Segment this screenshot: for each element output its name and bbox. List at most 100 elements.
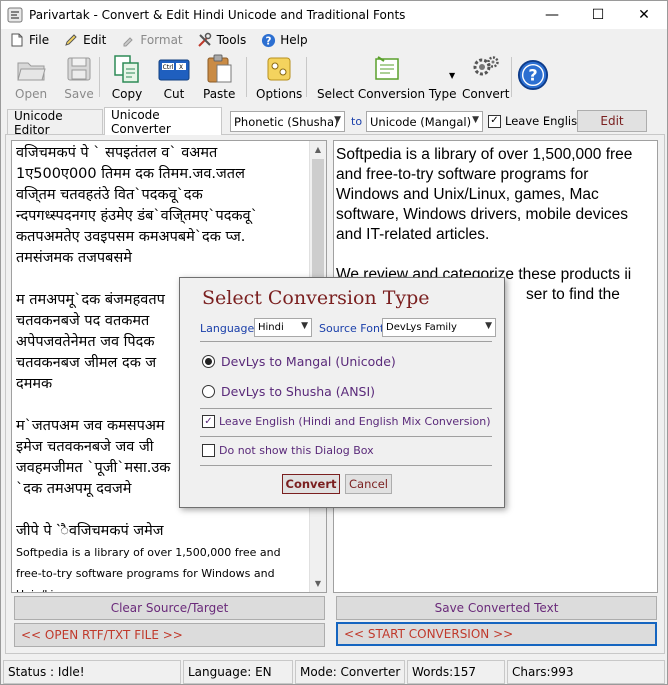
paste-button[interactable]: Paste	[203, 53, 235, 101]
source-line: वजि्तम चतवहतंउे वित`पदकवू`दक	[16, 187, 203, 203]
source-line: दममक	[16, 376, 53, 392]
checkbox-empty-icon	[202, 444, 215, 457]
menu-tools[interactable]: Tools	[197, 32, 247, 48]
save-label: Save	[64, 87, 94, 101]
source-line: वजिचमकपं पे ` सपइतंतल व` वअमत	[16, 145, 218, 161]
status-text: Status : Idle!	[3, 660, 181, 684]
dropdown-arrow-icon[interactable]: ▼	[449, 71, 455, 80]
radio-unselected-icon	[202, 385, 215, 398]
dialog-cancel-button[interactable]: Cancel	[345, 474, 392, 494]
select-conversion-type-label: Select Conversion Type	[317, 87, 457, 101]
open-rtf-txt-file-button[interactable]: << OPEN RTF/TXT FILE >>	[14, 623, 325, 647]
chevron-down-icon: ▼	[301, 321, 308, 331]
copy-button[interactable]: Copy	[111, 53, 143, 101]
chevron-down-icon: ▼	[472, 115, 479, 125]
copy-label: Copy	[111, 87, 143, 101]
menu-edit[interactable]: Edit	[63, 32, 106, 48]
source-line: 1ए500ए000 तिमम दक तिमम.जव.जतल	[16, 166, 245, 182]
dialog-separator	[200, 408, 492, 409]
source-line: जीपे पे `ैवजिचमकपं जमेज	[16, 523, 164, 539]
svg-text:?: ?	[528, 66, 537, 85]
dialog-leave-english-label: Leave English (Hindi and English Mix Con…	[219, 415, 491, 428]
file-icon	[9, 32, 25, 48]
edit-button[interactable]: Edit	[577, 110, 647, 132]
cut-label: Cut	[163, 87, 185, 101]
menu-edit-label: Edit	[83, 33, 107, 47]
options-label: Options	[256, 87, 303, 101]
menu-help-label: Help	[280, 33, 308, 47]
help-icon: ?	[260, 32, 276, 48]
menu-format-label: Format	[140, 33, 183, 47]
source-line: अपेपजवतेनेमत जव पिदक	[16, 334, 155, 350]
save-converted-text-button[interactable]: Save Converted Text	[336, 596, 657, 620]
minimize-button[interactable]: —	[529, 1, 575, 29]
menu-format[interactable]: Format	[120, 32, 183, 48]
source-font-select[interactable]: Phonetic (Shusha) ▼	[230, 111, 345, 132]
dialog-separator	[200, 436, 492, 437]
save-disk-icon	[63, 53, 95, 85]
clear-source-target-button[interactable]: Clear Source/Target	[14, 596, 325, 620]
source-font-value: Phonetic (Shusha)	[234, 114, 339, 129]
svg-text:Ctrl: Ctrl	[163, 64, 174, 71]
caption-buttons: — ☐ ✕	[529, 1, 667, 29]
dialog-title: Select Conversion Type	[202, 287, 430, 309]
radio-devlys-to-mangal[interactable]: DevLys to Mangal (Unicode)	[202, 354, 396, 369]
tab-unicode-converter[interactable]: Unicode Converter	[104, 107, 222, 136]
menu-help[interactable]: ? Help	[260, 32, 308, 48]
scroll-up-icon[interactable]: ▲	[310, 141, 326, 158]
source-line: `दक तमअपमू दवजमे	[16, 481, 132, 497]
do-not-show-label: Do not show this Dialog Box	[219, 444, 374, 457]
source-english-line: Softpedia is a library of over 1,500,000…	[16, 546, 281, 592]
option-devlys-to-mangal-label: DevLys to Mangal (Unicode)	[221, 354, 396, 369]
target-font-select[interactable]: Unicode (Mangal) ▼	[366, 111, 483, 132]
brush-icon	[120, 32, 136, 48]
toolbar: Open Save Copy Ctrl X Cut Paste Options …	[1, 51, 667, 103]
cut-keyboard-icon: Ctrl X	[158, 53, 190, 85]
leave-english-checkbox[interactable]: ✓ Leave English	[488, 114, 584, 128]
select-conversion-type-button[interactable]: Select Conversion Type	[317, 53, 457, 101]
source-line: तमसंजमक तजपबसमे	[16, 250, 132, 266]
gears-icon	[470, 53, 502, 85]
status-chars: Chars:993	[507, 660, 665, 684]
dialog-separator	[200, 341, 492, 342]
source-line: कतपअमतेए उवइपसम कमअपबमे`दक प्ज.	[16, 229, 246, 245]
radio-devlys-to-shusha[interactable]: DevLys to Shusha (ANSI)	[202, 384, 375, 399]
maximize-button[interactable]: ☐	[575, 1, 621, 29]
close-button[interactable]: ✕	[621, 1, 667, 29]
scroll-down-icon[interactable]: ▼	[310, 575, 326, 592]
menu-tools-label: Tools	[216, 33, 247, 47]
language-select[interactable]: Hindi ▼	[254, 318, 312, 337]
tab-unicode-editor[interactable]: Unicode Editor	[7, 109, 103, 137]
checkbox-check-icon: ✓	[488, 114, 501, 128]
options-button[interactable]: Options	[256, 53, 302, 101]
open-label: Open	[15, 87, 48, 101]
dialog-leave-english-checkbox[interactable]: ✓ Leave English (Hindi and English Mix C…	[202, 415, 490, 428]
dialog-source-font-value: DevLys Family	[386, 322, 457, 333]
source-line: इमेज चतवकनबजे जव जी	[16, 439, 154, 455]
dialog-convert-button[interactable]: Convert	[282, 474, 340, 494]
open-button[interactable]: Open	[15, 53, 47, 101]
to-label: to	[351, 115, 363, 128]
conversion-type-icon	[371, 53, 403, 85]
convert-button[interactable]: Convert	[462, 53, 509, 101]
source-font-label: Source Font	[319, 322, 385, 335]
copy-icon	[111, 53, 143, 85]
status-words: Words:157	[407, 660, 505, 684]
about-help-button[interactable]: ?	[517, 59, 549, 91]
do-not-show-checkbox[interactable]: Do not show this Dialog Box	[202, 444, 374, 457]
menu-file-label: File	[29, 33, 50, 47]
dialog-separator	[200, 465, 492, 466]
target-paragraph: Softpedia is a library of over 1,500,000…	[336, 146, 633, 243]
dialog-source-font-select[interactable]: DevLys Family ▼	[382, 318, 496, 337]
target-font-value: Unicode (Mangal)	[370, 114, 472, 129]
source-line: म तमअपमू`दक बंजमहवतप	[16, 292, 165, 308]
cut-button[interactable]: Ctrl X Cut	[158, 53, 190, 101]
open-folder-icon	[15, 53, 47, 85]
menu-file[interactable]: File	[9, 32, 49, 48]
start-conversion-button[interactable]: << START CONVERSION >>	[336, 622, 657, 646]
source-line: न्दपगध्स्पदनगए हंउमेए डंब`वजि्तमए`पदकवू`	[16, 208, 258, 224]
source-line: चतवकनबजे पद वतकमत	[16, 313, 150, 329]
save-button[interactable]: Save	[63, 53, 95, 101]
paste-clipboard-icon	[203, 53, 235, 85]
toolbar-separator	[99, 57, 100, 97]
